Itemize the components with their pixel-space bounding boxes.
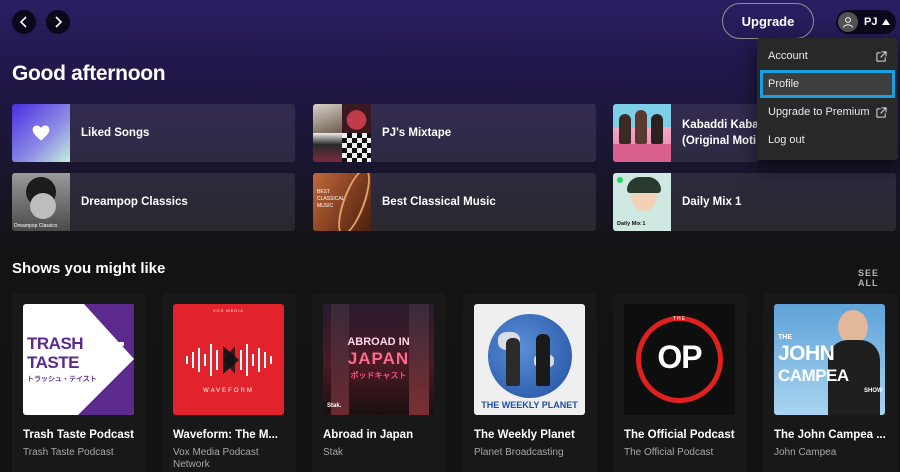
cover-text: JAPAN (347, 349, 410, 368)
cover-text: OP (657, 339, 702, 375)
show-card-weekly-planet[interactable]: THE WEEKLY PLANET The Weekly Planet Plan… (463, 293, 597, 472)
user-menu-button[interactable]: PJ (836, 10, 896, 34)
heart-icon (32, 125, 50, 141)
cover-text: ポッドキャスト (350, 371, 407, 380)
shortcut-label-line1: Kabaddi Kabaddi (682, 119, 758, 131)
show-cover: ABROAD IN JAPAN ポッドキャスト Stak. (323, 304, 434, 415)
caret-up-icon (882, 19, 891, 25)
show-publisher: The Official Podcast (624, 447, 714, 458)
menu-item-label: Log out (768, 134, 805, 146)
shortcut-daily-mix-1[interactable]: Daily Mix 1 Daily Mix 1 (613, 173, 896, 231)
thumbnail-caption: BEST (317, 189, 331, 195)
daily-mix-thumbnail: Daily Mix 1 (613, 173, 671, 231)
liked-songs-thumbnail (12, 104, 70, 162)
cover-text: WAVEFORM (203, 388, 254, 394)
section-title: Shows you might like (12, 260, 166, 277)
forward-button[interactable] (46, 10, 70, 34)
show-cover: THE OP (624, 304, 735, 415)
shortcut-kabaddi[interactable]: Kabaddi Kabaddi (Original Moti (613, 104, 758, 162)
chevron-right-icon (55, 16, 63, 28)
menu-item-logout[interactable]: Log out (760, 126, 895, 154)
show-publisher: John Campea (774, 447, 837, 458)
external-link-icon (876, 50, 887, 62)
external-link-icon (876, 106, 887, 118)
show-cover: THE WEEKLY PLANET (474, 304, 585, 415)
show-title: Waveform: The M... (173, 429, 278, 441)
menu-item-label: Profile (768, 78, 800, 90)
user-dropdown-menu: Account Profile Upgrade to Premium Log o… (757, 38, 898, 160)
trash-can-icon (100, 342, 124, 371)
back-button[interactable] (12, 10, 36, 34)
shortcut-label: Dreampop Classics (81, 195, 188, 208)
show-title: The Official Podcast (624, 429, 735, 441)
menu-item-label: Upgrade to Premium (768, 106, 870, 118)
thumbnail-caption: MUSIC (317, 203, 334, 209)
show-publisher: Vox Media Podcast Network (173, 447, 259, 470)
chevron-left-icon (19, 16, 27, 28)
show-title: The John Campea ... (774, 429, 886, 441)
kabaddi-album-thumbnail (613, 104, 671, 162)
cover-text: トラッシュ・テイスト (27, 376, 97, 383)
shortcut-liked-songs[interactable]: Liked Songs (12, 104, 295, 162)
cover-text: THE WEEKLY PLANET (481, 400, 578, 410)
shortcut-label: Kabaddi Kabaddi (Original Moti (682, 117, 758, 149)
show-title: The Weekly Planet (474, 429, 575, 441)
shortcut-label: Best Classical Music (382, 195, 496, 208)
show-card-waveform[interactable]: VOX MEDIA WAVEFORM Waveform: The M... Vo… (162, 293, 296, 472)
user-initials: PJ (864, 16, 878, 28)
cover-text: SHOW (864, 388, 883, 394)
thumbnail-caption: Dreampop Classics (14, 223, 58, 229)
cover-text: VOX MEDIA (212, 308, 245, 313)
avatar (838, 12, 858, 32)
shortcut-label-line2: (Original Moti (682, 135, 757, 147)
show-card-trash-taste[interactable]: TRASH TASTE トラッシュ・テイスト Trash Taste Podca… (12, 293, 146, 472)
waveform-icon (186, 344, 272, 376)
show-cover: TRASH TASTE トラッシュ・テイスト (23, 304, 134, 415)
cover-text: ABROAD IN (347, 336, 410, 348)
cover-text: THE (673, 316, 686, 322)
show-cover: THE JOHN CAMPEA SHOW (774, 304, 885, 415)
cover-text: TRASH (27, 334, 84, 353)
dreampop-thumbnail: Dreampop Classics (12, 173, 70, 231)
menu-item-account[interactable]: Account (760, 42, 895, 70)
menu-item-label: Account (768, 50, 808, 62)
show-card-abroad-in-japan[interactable]: ABROAD IN JAPAN ポッドキャスト Stak. Abroad in … (312, 293, 446, 472)
show-card-john-campea[interactable]: THE JOHN CAMPEA SHOW The John Campea ...… (763, 293, 897, 472)
user-icon (843, 17, 853, 28)
app-window: Upgrade PJ Account Profile Upgrade to Pr… (0, 0, 900, 472)
cover-text: THE (778, 334, 792, 341)
menu-item-upgrade-premium[interactable]: Upgrade to Premium (760, 98, 895, 126)
thumbnail-caption: Daily Mix 1 (617, 221, 646, 227)
see-all-link[interactable]: SEE ALL (858, 268, 900, 288)
cover-text: Stak. (327, 403, 342, 409)
page-title: Good afternoon (12, 62, 166, 85)
show-cover: VOX MEDIA WAVEFORM (173, 304, 284, 415)
thumbnail-caption: CLASSICAL (317, 196, 345, 202)
classical-thumbnail: BEST CLASSICAL MUSIC (313, 173, 371, 231)
upgrade-button[interactable]: Upgrade (722, 3, 814, 39)
cover-text: TASTE (27, 353, 79, 372)
show-title: Trash Taste Podcast (23, 429, 134, 441)
menu-item-profile[interactable]: Profile (760, 70, 895, 98)
cover-text: CAMPEA (778, 366, 849, 385)
mixtape-collage-thumbnail (313, 104, 371, 162)
show-publisher: Trash Taste Podcast (23, 447, 114, 458)
shortcut-pj-mixtape[interactable]: PJ's Mixtape (313, 104, 596, 162)
show-publisher: Stak (323, 447, 344, 458)
show-title: Abroad in Japan (323, 429, 414, 441)
shortcut-label: PJ's Mixtape (382, 126, 452, 139)
shortcut-label: Daily Mix 1 (682, 195, 742, 208)
shortcut-label: Liked Songs (81, 126, 150, 139)
shortcut-best-classical[interactable]: BEST CLASSICAL MUSIC Best Classical Musi… (313, 173, 596, 231)
show-card-official-podcast[interactable]: THE OP The Official Podcast The Official… (613, 293, 747, 472)
show-publisher: Planet Broadcasting (474, 447, 564, 458)
cover-text: JOHN (778, 342, 835, 365)
shortcut-dreampop-classics[interactable]: Dreampop Classics Dreampop Classics (12, 173, 295, 231)
